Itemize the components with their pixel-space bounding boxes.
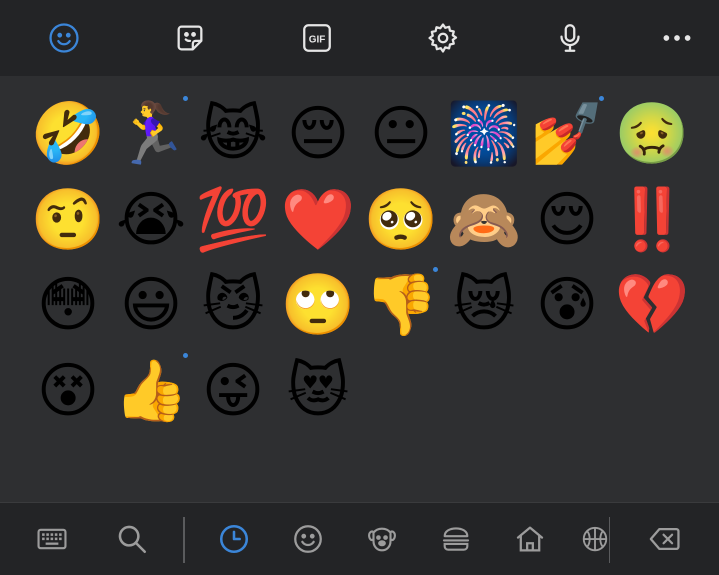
emoji-key[interactable]: 😭 bbox=[112, 181, 190, 259]
recent-clock-icon bbox=[219, 524, 249, 554]
food-category-icon bbox=[442, 527, 470, 551]
category-travel-places[interactable] bbox=[510, 519, 550, 559]
backspace-icon bbox=[649, 527, 680, 551]
gif-tab-button[interactable]: GIF bbox=[297, 18, 337, 58]
travel-places-category-icon bbox=[516, 526, 544, 552]
emoji-key[interactable]: 🤨 bbox=[29, 181, 107, 259]
emoji-key[interactable]: 🤢 bbox=[613, 95, 691, 173]
emoji-key[interactable]: 😹 bbox=[194, 95, 272, 173]
emoji-key[interactable]: 💅 bbox=[528, 95, 606, 173]
emoji-key[interactable]: 👎 bbox=[362, 266, 440, 344]
category-scroll-edge bbox=[609, 517, 610, 563]
emoji-key[interactable]: 😿 bbox=[445, 266, 523, 344]
emoji-key[interactable]: 🥺 bbox=[362, 181, 440, 259]
emoji-key[interactable]: 😃 bbox=[112, 266, 190, 344]
more-options-button[interactable] bbox=[657, 18, 697, 58]
emoji-key[interactable]: 👍 bbox=[112, 352, 190, 430]
emoji-grid: 🤣 🏃‍♀️ 😹 😔 😐 🎆 💅 🤢 🤨 😭 💯 ❤️ 🥺 🙈 😌 ‼️ 😳 😃 😼 🙄 👎 😿 😰 💔 😵 👍 😜 😻 bbox=[0, 76, 719, 502]
category-animals[interactable] bbox=[362, 519, 402, 559]
emoji-key[interactable]: 😻 bbox=[279, 352, 357, 430]
emoji-key[interactable]: 😼 bbox=[194, 266, 272, 344]
emoji-key[interactable]: 🎆 bbox=[445, 95, 523, 173]
keyboard-icon bbox=[37, 528, 67, 550]
voice-input-button[interactable] bbox=[550, 18, 590, 58]
emoji-smiley-icon bbox=[49, 23, 79, 53]
emoji-key[interactable]: ❤️ bbox=[279, 181, 357, 259]
more-options-icon bbox=[663, 35, 691, 41]
keyboard-switch-button[interactable] bbox=[32, 519, 72, 559]
microphone-icon bbox=[560, 24, 580, 52]
emoji-search-button[interactable] bbox=[112, 519, 152, 559]
backspace-button[interactable] bbox=[645, 519, 685, 559]
emoji-key[interactable]: 😳 bbox=[29, 266, 107, 344]
sticker-icon bbox=[177, 25, 203, 51]
activities-category-icon bbox=[582, 526, 608, 552]
emoji-key[interactable]: 😵 bbox=[29, 352, 107, 430]
bottom-category-bar bbox=[0, 502, 719, 575]
emoji-key[interactable]: 😰 bbox=[528, 266, 606, 344]
category-recent[interactable] bbox=[214, 519, 254, 559]
emoji-key[interactable]: 💔 bbox=[613, 266, 691, 344]
skin-tone-variant-indicator bbox=[433, 267, 438, 272]
gear-icon bbox=[428, 23, 458, 53]
category-divider bbox=[183, 517, 185, 563]
emoji-key[interactable]: 😔 bbox=[279, 95, 357, 173]
gif-icon: GIF bbox=[303, 24, 331, 52]
category-activities[interactable] bbox=[580, 519, 610, 559]
emoji-key[interactable]: 🙄 bbox=[279, 266, 357, 344]
emoji-key[interactable]: 😜 bbox=[194, 352, 272, 430]
emoji-key[interactable]: 💯 bbox=[194, 181, 272, 259]
top-toolbar: GIF bbox=[0, 0, 719, 76]
skin-tone-variant-indicator bbox=[183, 353, 188, 358]
emoji-key[interactable]: 😌 bbox=[528, 181, 606, 259]
smileys-category-icon bbox=[294, 525, 322, 553]
svg-text:GIF: GIF bbox=[309, 34, 326, 45]
emoji-key[interactable]: ‼️ bbox=[613, 181, 691, 259]
settings-button[interactable] bbox=[423, 18, 463, 58]
skin-tone-variant-indicator bbox=[183, 96, 188, 101]
search-icon bbox=[118, 525, 147, 554]
emoji-key[interactable]: 🙈 bbox=[445, 181, 523, 259]
skin-tone-variant-indicator bbox=[599, 96, 604, 101]
animals-category-icon bbox=[368, 527, 396, 552]
emoji-key[interactable]: 🤣 bbox=[29, 95, 107, 173]
emoji-tab-button[interactable] bbox=[44, 18, 84, 58]
category-smileys[interactable] bbox=[288, 519, 328, 559]
emoji-key[interactable]: 😐 bbox=[362, 95, 440, 173]
sticker-tab-button[interactable] bbox=[170, 18, 210, 58]
emoji-key[interactable]: 🏃‍♀️ bbox=[112, 95, 190, 173]
category-food[interactable] bbox=[436, 519, 476, 559]
